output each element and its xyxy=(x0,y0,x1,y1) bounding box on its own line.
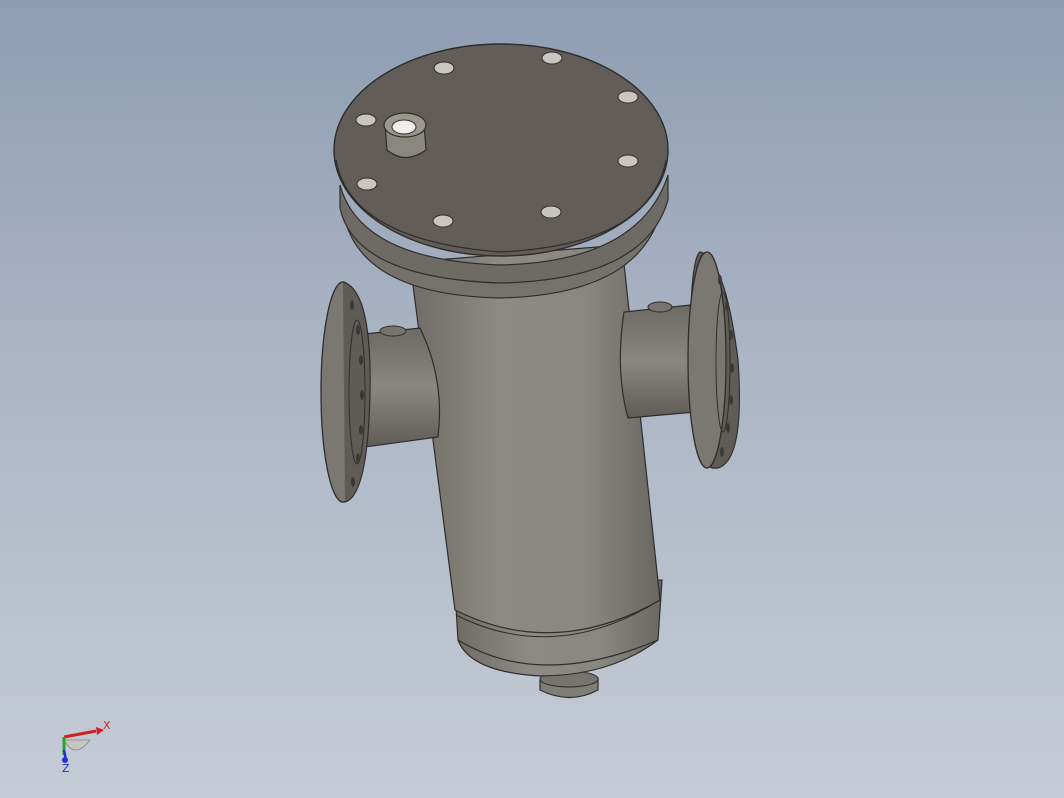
top-cover xyxy=(333,43,669,257)
x-axis-label: X xyxy=(103,719,111,732)
main-body xyxy=(409,244,661,634)
graphics-viewport[interactable]: X Z xyxy=(0,0,1064,798)
strainer-3d-model[interactable]: X Z xyxy=(0,0,1064,798)
x-axis-line xyxy=(63,729,97,739)
outlet-flange-right xyxy=(687,251,740,469)
triad-plane-indicator xyxy=(63,739,91,751)
inlet-flange-left xyxy=(320,281,371,503)
outlet-nozzle-right xyxy=(619,301,697,419)
vent-boss xyxy=(383,112,427,159)
z-axis-label: Z xyxy=(62,762,70,775)
coordinate-triad: X Z xyxy=(62,719,111,775)
